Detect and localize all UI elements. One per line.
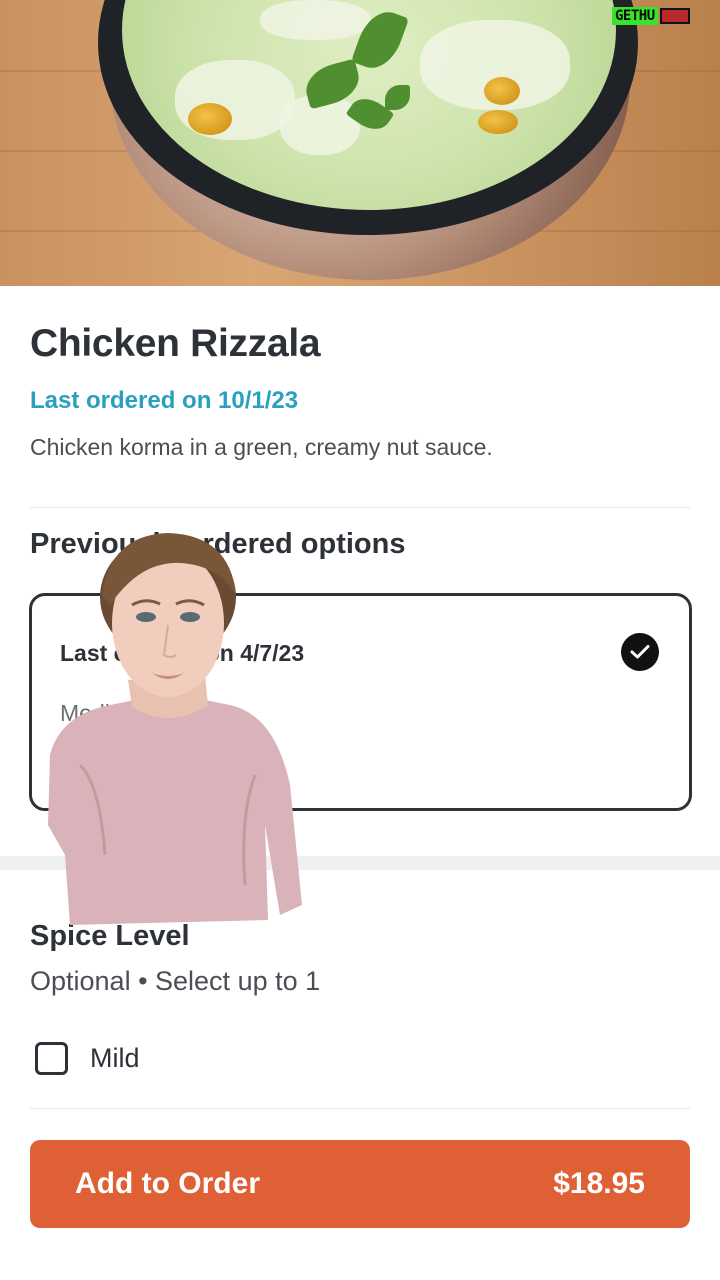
add-to-order-button[interactable]: Add to Order $18.95 bbox=[30, 1140, 690, 1228]
add-to-order-label: Add to Order bbox=[75, 1167, 260, 1200]
spice-option-mild[interactable]: Mild bbox=[35, 1040, 140, 1076]
divider bbox=[30, 507, 690, 508]
item-title: Chicken Rizzala bbox=[30, 322, 321, 365]
mild-checkbox[interactable] bbox=[35, 1041, 68, 1075]
item-photo: GETHU bbox=[0, 0, 720, 286]
watermark: GETHU bbox=[612, 6, 712, 26]
divider bbox=[30, 1108, 690, 1109]
watermark-text: GETHU bbox=[612, 7, 658, 25]
item-description: Chicken korma in a green, creamy nut sau… bbox=[30, 434, 493, 460]
last-ordered-link[interactable]: Last ordered on 10/1/23 bbox=[30, 387, 298, 415]
spice-level-subtitle: Optional • Select up to 1 bbox=[30, 966, 321, 996]
film-icon bbox=[659, 8, 690, 24]
person-overlay bbox=[48, 533, 302, 925]
order-price: $18.95 bbox=[553, 1167, 645, 1200]
check-circle-icon bbox=[621, 633, 659, 671]
mild-label: Mild bbox=[90, 1042, 140, 1073]
